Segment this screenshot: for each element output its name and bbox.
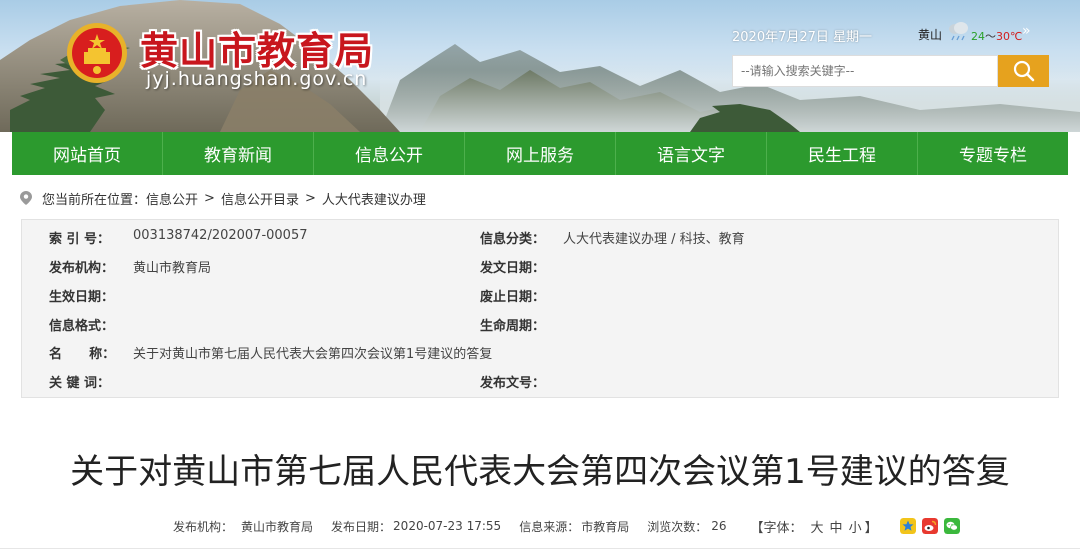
font-size-medium-button[interactable]: 中 [830,517,843,536]
category-label: 信息分类： [480,232,546,247]
meta-date-label: 发布日期： [331,519,392,534]
format-label: 信息格式： [49,319,115,334]
article-meta: 发布机构： 黄山市教育局 发布日期： 2020-07-23 17:55 信息来源… [173,516,966,536]
breadcrumb-separator: > [304,190,316,206]
meta-publisher-label: 发布机构： [173,519,234,534]
main-nav: 网站首页 教育新闻 信息公开 网上服务 语言文字 民生工程 专题专栏 [12,132,1068,175]
article-title: 关于对黄山市第七届人民代表大会第四次会议第1号建议的答复 [70,452,1010,492]
breadcrumb-info-catalog[interactable]: 信息公开目录 [221,189,299,208]
weather-more-link[interactable]: » [1022,23,1031,39]
nav-item-language[interactable]: 语言文字 [616,132,767,175]
meta-date-value: 2020-07-23 17:55 [393,519,502,533]
meta-source-value: 市教育局 [581,519,630,534]
name-label: 名 称： [49,347,116,362]
meta-views-label: 浏览次数： [647,519,708,534]
index-number-label: 索 引 号： [49,232,111,247]
weather-temperature: 24～30℃ [971,28,1022,44]
search-input[interactable] [732,55,998,87]
nav-item-online-services[interactable]: 网上服务 [465,132,616,175]
cloudy-rain-icon [949,22,968,41]
weather-city: 黄山 [918,28,943,42]
document-info-table: 索 引 号： 003138742/202007-00057 信息分类： 人大代表… [21,219,1059,398]
header-banner: 黄山市教育局 jyj.huangshan.gov.cn 2020年7月27日 星… [0,0,1080,132]
location-pin-icon [20,191,32,205]
national-emblem-icon [67,23,127,83]
temp-high: 30℃ [996,30,1023,43]
info-row: 名 称： 关于对黄山市第七届人民代表大会第四次会议第1号建议的答复 [22,343,1058,363]
repeal-date-label: 废止日期： [480,290,546,305]
nav-item-special-topics[interactable]: 专题专栏 [918,132,1068,175]
font-size-switcher: 【字体： 大 中 小 】 [751,517,878,536]
nav-item-home[interactable]: 网站首页 [12,132,163,175]
nav-item-livelihood[interactable]: 民生工程 [767,132,918,175]
divider [0,548,1080,549]
weibo-icon[interactable] [921,518,938,534]
publisher-label: 发布机构： [49,261,115,276]
site-domain: jyj.huangshan.gov.cn [146,68,368,90]
doc-number-label: 发布文号： [480,376,546,391]
info-row: 关 键 词： 发布文号： [22,372,1058,392]
meta-views-value: 26 [711,519,727,533]
meta-source-label: 信息来源： [519,519,580,534]
font-size-close: 】 [864,520,878,536]
effective-date-label: 生效日期： [49,290,115,305]
keywords-label: 关 键 词： [49,376,111,391]
nav-item-info-disclosure[interactable]: 信息公开 [314,132,465,175]
index-number-value: 003138742/202007-00057 [133,228,308,243]
temp-separator: ～ [985,30,996,43]
meta-publisher-value: 黄山市教育局 [241,519,314,534]
font-size-large-button[interactable]: 大 [811,517,824,536]
site-title[interactable]: 黄山市教育局 [140,20,374,75]
breadcrumb: 您当前所在位置： 信息公开 > 信息公开目录 > 人大代表建议办理 [20,189,426,208]
category-value: 人大代表建议办理 / 科技、教育 [563,232,745,247]
info-row: 生效日期： 废止日期： [22,286,1058,306]
share-buttons [899,518,966,534]
lifecycle-label: 生命周期： [480,319,546,334]
name-value: 关于对黄山市第七届人民代表大会第四次会议第1号建议的答复 [133,347,493,362]
search-icon [1013,60,1034,82]
info-row: 索 引 号： 003138742/202007-00057 信息分类： 人大代表… [22,228,1058,248]
breadcrumb-deputy-suggestions[interactable]: 人大代表建议办理 [322,189,426,208]
publish-date-label: 发文日期： [480,261,546,276]
search-button[interactable] [998,55,1049,87]
breadcrumb-prefix: 您当前所在位置： [42,192,147,208]
font-size-label: 【字体： [750,520,803,536]
wechat-icon[interactable] [943,518,960,534]
info-row: 发布机构： 黄山市教育局 发文日期： [22,257,1058,277]
info-row: 信息格式： 生命周期： [22,315,1058,335]
breadcrumb-info-disclosure[interactable]: 信息公开 [146,189,198,208]
nav-item-education-news[interactable]: 教育新闻 [163,132,314,175]
publisher-value: 黄山市教育局 [133,261,212,276]
breadcrumb-separator: > [204,190,215,206]
temp-low: 24 [971,30,985,43]
font-size-small-button[interactable]: 小 [849,517,862,536]
qzone-icon[interactable] [899,518,916,534]
current-date: 2020年7月27日 星期一 [732,30,873,45]
